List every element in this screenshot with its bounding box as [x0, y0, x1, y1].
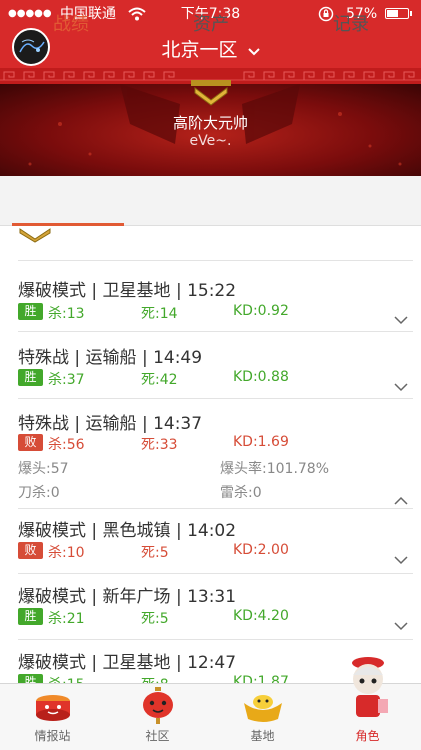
gold-ingot-icon: [242, 687, 284, 729]
match-title: 爆破模式 | 黑色城镇 | 14:02: [18, 521, 237, 541]
match-title: 爆破模式 | 卫星基地 | 12:47: [18, 653, 237, 673]
player-name: eVe~.: [189, 133, 232, 149]
match-title: 特殊战 | 运输船 | 14:37: [18, 414, 203, 434]
chevron-down-icon[interactable]: [394, 310, 408, 329]
chevron-down-icon[interactable]: [394, 616, 408, 635]
kd-stat: KD:0.92: [233, 303, 289, 319]
result-badge: 胜: [18, 369, 43, 386]
result-badge: 胜: [18, 608, 43, 625]
lantern-icon: [137, 687, 179, 729]
deaths-stat: 死:14: [141, 306, 178, 322]
kd-stat: KD:0.88: [233, 369, 289, 385]
drum-icon: [32, 687, 74, 729]
character-icon: [343, 655, 393, 729]
kills-stat: 杀:37: [48, 372, 85, 388]
deaths-stat: 死:42: [141, 372, 178, 388]
nav-base[interactable]: 基地: [210, 683, 315, 750]
rank-title: 高阶大元帅: [172, 114, 248, 132]
kd-stat: KD:4.20: [233, 608, 289, 624]
chevron-down-icon[interactable]: [394, 377, 408, 396]
nav-label: 情报站: [34, 729, 71, 743]
match-title: 爆破模式 | 新年广场 | 13:31: [18, 587, 237, 607]
kills-stat: 杀:21: [48, 611, 85, 627]
result-badge: 败: [18, 434, 43, 451]
kd-stat: KD:1.69: [233, 434, 289, 450]
deaths-stat: 死:33: [141, 437, 178, 453]
match-title: 爆破模式 | 卫星基地 | 15:22: [18, 281, 237, 301]
result-badge: 胜: [18, 303, 43, 320]
nav-intel-station[interactable]: 情报站: [0, 683, 105, 750]
chevron-up-icon[interactable]: [394, 490, 408, 509]
tab-records[interactable]: 记录: [281, 0, 421, 48]
nav-label: 社区: [145, 729, 170, 743]
deaths-stat: 死:5: [141, 611, 169, 627]
deaths-stat: 死:5: [141, 545, 169, 561]
match-title: 特殊战 | 运输船 | 14:49: [18, 348, 203, 368]
tab-stats[interactable]: 战绩: [1, 0, 141, 48]
headshot-rate-stat: 爆头率:101.78%: [220, 461, 330, 477]
chevron-down-icon[interactable]: [394, 550, 408, 569]
nav-community[interactable]: 社区: [105, 683, 210, 750]
nav-character[interactable]: 角色: [315, 657, 420, 750]
nav-label: 基地: [250, 729, 275, 743]
kills-stat: 杀:56: [48, 437, 85, 453]
headshots-stat: 爆头:57: [18, 461, 69, 477]
rank-badge-icon: [18, 227, 52, 247]
grenade-kills-stat: 雷杀:0: [220, 485, 262, 501]
knife-kills-stat: 刀杀:0: [18, 485, 60, 501]
rank-insignia-icon: [191, 80, 231, 110]
result-badge: 败: [18, 542, 43, 559]
active-tab-indicator: [12, 223, 124, 226]
tab-assets[interactable]: 资产: [141, 0, 281, 48]
kills-stat: 杀:10: [48, 545, 85, 561]
kd-stat: KD:2.00: [233, 542, 289, 558]
tab-bar: [0, 176, 421, 226]
kills-stat: 杀:13: [48, 306, 85, 322]
nav-label: 角色: [355, 729, 380, 743]
